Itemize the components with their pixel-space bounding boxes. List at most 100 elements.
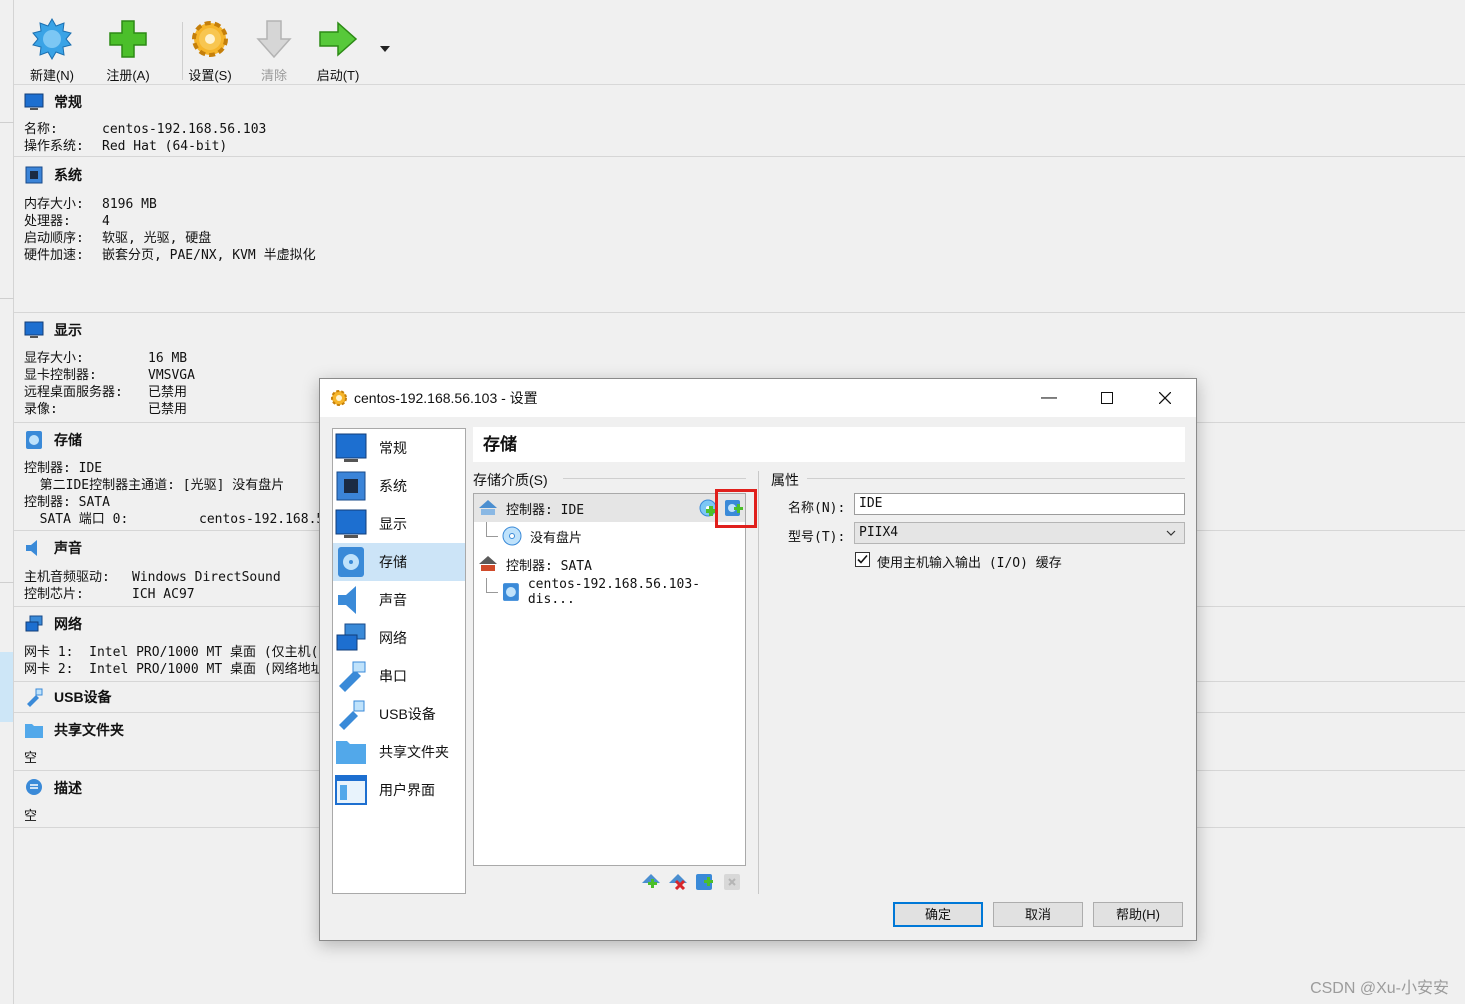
nic-1: 网卡 1: Intel PRO/1000 MT 桌面 (仅主机( <box>24 645 319 660</box>
usb-icon <box>339 700 365 730</box>
folder-icon <box>336 741 366 764</box>
os-key: 操作系统: <box>24 139 84 154</box>
nav-label: 用户界面 <box>379 782 435 798</box>
nav-item-audio[interactable]: 声音 <box>333 581 465 619</box>
dialog-titlebar[interactable]: centos-192.168.56.103 - 设置 — <box>320 379 1196 417</box>
chip-icon <box>25 166 43 184</box>
nav-item-usb[interactable]: USB设备 <box>333 695 465 733</box>
start-button[interactable]: 启动(T) <box>306 18 370 84</box>
shared-value: 空 <box>24 750 38 765</box>
maximize-button[interactable] <box>1078 379 1136 417</box>
nav-item-network[interactable]: 网络 <box>333 619 465 657</box>
nav-item-storage[interactable]: 存储 <box>333 543 465 581</box>
register-button[interactable]: 注册(A) <box>96 18 160 84</box>
optical-disc-icon <box>502 526 522 546</box>
tree-controller-sata[interactable]: 控制器: SATA <box>474 550 745 578</box>
monitor-icon <box>24 321 44 338</box>
remove-attachment-icon[interactable] <box>722 872 742 892</box>
os-value: Red Hat (64-bit) <box>102 139 228 154</box>
nav-item-shared-folders[interactable]: 共享文件夹 <box>333 733 465 771</box>
nav-label: USB设备 <box>379 706 436 722</box>
recording-key: 录像: <box>24 402 58 417</box>
add-icon <box>109 20 147 58</box>
cancel-button[interactable]: 取消 <box>993 902 1083 927</box>
general-title: 常规 <box>54 94 82 110</box>
minimize-button[interactable]: — <box>1020 379 1078 417</box>
disk-icon <box>26 431 42 449</box>
nav-label: 存储 <box>379 554 407 570</box>
ok-button[interactable]: 确定 <box>893 902 983 927</box>
speech-bubble-icon <box>26 779 42 795</box>
remove-controller-icon[interactable] <box>668 872 688 892</box>
controller-name-input[interactable]: IDE <box>854 493 1185 515</box>
highlight-box <box>715 489 757 528</box>
help-button[interactable]: 帮助(H) <box>1093 902 1183 927</box>
nav-label: 常规 <box>379 440 407 456</box>
rdp-value: 已禁用 <box>148 385 188 400</box>
boot-key: 启动顺序: <box>24 231 84 246</box>
details-system: 系统 内存大小: 8196 MB 处理器: 4 启动顺序: 软驱, 光驱, 硬盘 硬件… <box>14 158 1465 313</box>
gear-icon <box>331 390 347 406</box>
minimize-icon: — <box>1041 389 1057 406</box>
io-cache-checkbox[interactable] <box>855 552 870 567</box>
new-button[interactable]: 新建(N) <box>20 17 84 84</box>
window-icon <box>335 775 367 805</box>
controller-icon <box>479 556 497 571</box>
usb-icon <box>27 688 43 707</box>
memory-key: 内存大小: <box>24 197 84 212</box>
description-title: 描述 <box>54 780 82 796</box>
nav-item-user-interface[interactable]: 用户界面 <box>333 771 465 809</box>
settings-nav: 常规 系统 显示 存储 声音 网络 串口 USB设备 共享文件夹 用户界面 <box>332 428 466 894</box>
speaker-icon <box>338 586 356 614</box>
tree-connector <box>486 522 487 536</box>
nav-item-system[interactable]: 系统 <box>333 467 465 505</box>
close-button[interactable] <box>1136 379 1194 417</box>
nav-label: 系统 <box>379 478 407 494</box>
gear-icon <box>192 21 228 57</box>
settings-button[interactable]: 设置(S) <box>178 18 242 84</box>
tree-controller-ide[interactable]: 控制器: IDE <box>474 494 745 522</box>
rdp-key: 远程桌面服务器: <box>24 385 123 400</box>
tree-item-empty-optical[interactable]: 没有盘片 <box>474 522 745 550</box>
display-title: 显示 <box>54 322 82 338</box>
vram-key: 显存大小: <box>24 351 84 366</box>
add-controller-icon[interactable] <box>641 872 661 892</box>
tree-connector <box>486 536 498 537</box>
audio-driver-value: Windows DirectSound <box>132 570 281 585</box>
start-dropdown-arrow-icon[interactable] <box>380 46 390 52</box>
tree-label: 没有盘片 <box>530 529 583 545</box>
add-attachment-icon[interactable] <box>695 872 715 892</box>
cpu-key: 处理器: <box>24 214 71 229</box>
checkmark-icon <box>857 554 868 564</box>
usb-title: USB设备 <box>54 689 112 705</box>
sata-port-value: centos-192.168.5 <box>199 512 325 527</box>
monitor-icon <box>24 93 44 110</box>
new-label: 新建(N) <box>29 68 75 83</box>
tree-label: 控制器: SATA <box>506 558 592 574</box>
main-toolbar: 新建(N) 注册(A) 设置(S) 清除 启动(T) <box>14 0 1465 85</box>
nav-item-serial[interactable]: 串口 <box>333 657 465 695</box>
nav-item-display[interactable]: 显示 <box>333 505 465 543</box>
cpu-value: 4 <box>102 214 110 229</box>
discard-button[interactable]: 清除 <box>242 18 306 84</box>
page-title: 存储 <box>473 427 1185 462</box>
vertical-separator <box>758 471 759 894</box>
watermark: CSDN @Xu-小安安 <box>1310 980 1449 997</box>
storage-tree[interactable]: 控制器: IDE 没有盘片 控制器: SATA centos-192.168.5… <box>473 493 746 866</box>
dialog-title: centos-192.168.56.103 - 设置 <box>354 390 538 406</box>
nav-item-general[interactable]: 常规 <box>333 429 465 467</box>
shared-title: 共享文件夹 <box>54 722 124 738</box>
storage-media-label: 存储介质(S) <box>473 472 548 488</box>
tree-item-hard-disk[interactable]: centos-192.168.56.103-dis... <box>474 577 745 607</box>
attributes-label: 属性 <box>771 472 799 488</box>
storage-title: 存储 <box>54 432 82 448</box>
gutter-mark <box>0 122 14 123</box>
graphics-key: 显卡控制器: <box>24 368 97 383</box>
controller-type-value: PIIX4 <box>859 525 899 540</box>
controller-type-select[interactable]: PIIX4 <box>854 522 1185 544</box>
monitor-icon <box>335 509 367 538</box>
nav-label: 声音 <box>379 592 407 608</box>
vm-list-selected[interactable] <box>0 652 13 722</box>
storage-line-2: 第二IDE控制器主通道: [光驱] 没有盘片 <box>24 478 285 493</box>
new-icon <box>32 17 72 61</box>
